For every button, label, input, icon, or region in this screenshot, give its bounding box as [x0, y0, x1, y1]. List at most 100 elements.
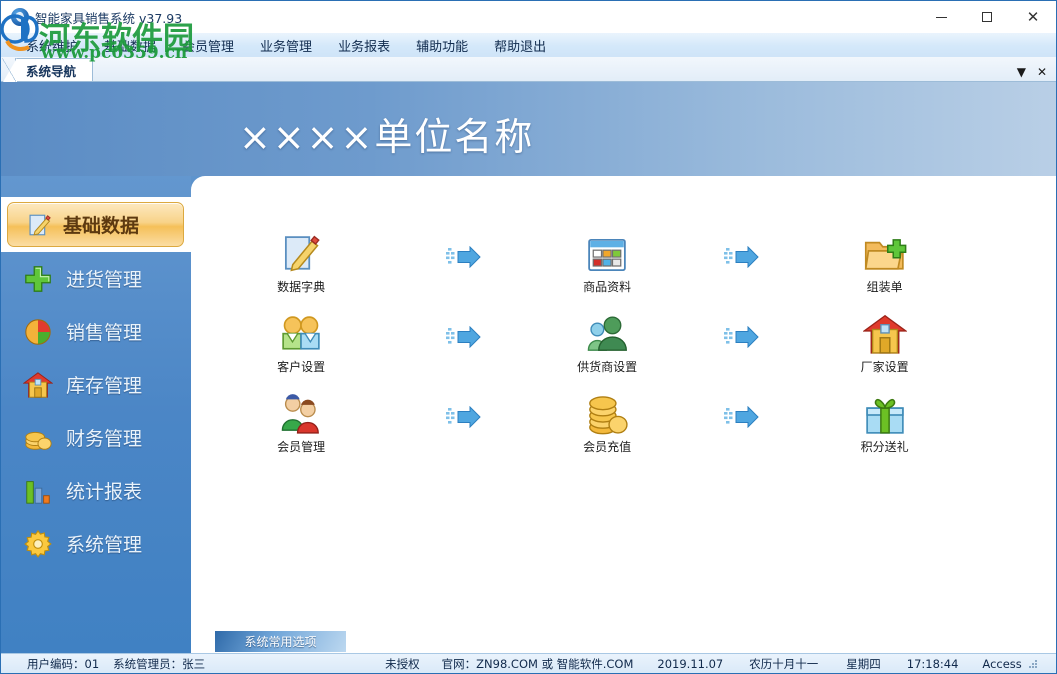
sidebar-item-basic-data[interactable]: 基础数据: [7, 202, 184, 247]
gear-icon: [24, 529, 52, 558]
folder-plus-icon: [864, 239, 907, 270]
icon-label: 会员充值: [583, 440, 632, 454]
sidebar-item-label: 基础数据: [63, 215, 140, 237]
icon-label: 组装单: [866, 280, 903, 294]
status-time: 17:18:44: [906, 657, 959, 671]
sidebar-item-label: 销售管理: [66, 322, 143, 344]
tab-system-navigation[interactable]: 系统导航: [1, 58, 94, 82]
sidebar-item-label: 系统管理: [66, 534, 143, 556]
menu-item-business-management[interactable]: 业务管理: [247, 34, 325, 57]
pencil-note-icon: [285, 235, 320, 272]
menu-item-business-reports[interactable]: 业务报表: [325, 34, 403, 57]
window-title: 智能家具销售系统 v37.93: [35, 10, 183, 26]
icon-row-1: 数据字典 商品资料 组装单: [191, 224, 1056, 304]
sidebar-item-statistics-reports[interactable]: 统计报表: [1, 464, 191, 517]
sidebar-item-label: 统计报表: [66, 481, 143, 503]
status-website: 官网：ZN98.COM 或 智能软件.COM: [441, 657, 634, 671]
icon-label: 数据字典: [277, 280, 326, 294]
sidebar-item-purchase-management[interactable]: 进货管理: [1, 252, 191, 305]
icon-assembly-order[interactable]: 组装单: [803, 233, 966, 295]
application-window: 智能家具销售系统 v37.93 ✕ 系统维护 基础数据 会员管理 业务管理 业务…: [0, 0, 1057, 674]
icon-label: 厂家设置: [860, 360, 909, 374]
house-icon: [23, 371, 53, 398]
title-bar: 智能家具销售系统 v37.93 ✕: [1, 1, 1056, 33]
arrow-3: [411, 326, 525, 362]
window-grid-icon: [588, 238, 626, 272]
maximize-icon: [982, 12, 992, 22]
sidebar-item-label: 库存管理: [66, 375, 143, 397]
gift-box-icon: [865, 398, 904, 434]
minimize-icon: [935, 16, 947, 18]
app-logo-icon: [11, 8, 29, 26]
tab-close-icon[interactable]: ✕: [1037, 66, 1047, 78]
minimize-button[interactable]: [918, 1, 964, 33]
icon-label: 积分送礼: [860, 440, 909, 454]
close-button[interactable]: ✕: [1010, 1, 1056, 33]
chevron-down-icon[interactable]: ▼: [1017, 66, 1026, 78]
blue-arrow-icon: [723, 406, 759, 428]
body-area: ××××单位名称 提醒器 字 A 单位名称: [1, 82, 1056, 673]
pencil-note-icon: [29, 214, 51, 235]
green-plus-icon: [25, 265, 51, 292]
icon-label: 商品资料: [583, 280, 632, 294]
status-db-engine: Access: [982, 657, 1022, 671]
content-panel: 数据字典 商品资料 组装单 客户设置 供货商设置 厂家设置 会员管理 会员充值 …: [191, 176, 1056, 653]
blue-arrow-icon: [723, 246, 759, 268]
sidebar-item-label: 进货管理: [66, 269, 143, 291]
icon-label: 会员管理: [277, 440, 326, 454]
arrow-1: [411, 246, 525, 282]
sidebar: 基础数据 进货管理 销售管理 库存管理 财务管理 统计报表 系统管理: [1, 176, 191, 653]
two-persons-icon: [282, 316, 320, 350]
status-date: 2019.11.07: [657, 657, 724, 671]
status-weekday: 星期四: [846, 657, 881, 671]
arrow-4: [689, 326, 803, 362]
blue-arrow-icon: [723, 326, 759, 348]
menu-item-member-management[interactable]: 会员管理: [169, 34, 247, 57]
sidebar-selected-wrapper: 基础数据: [1, 197, 191, 252]
sidebar-item-system-management[interactable]: 系统管理: [1, 517, 191, 570]
menu-item-help-exit[interactable]: 帮助退出: [481, 34, 559, 57]
coins-icon: [589, 396, 628, 435]
icon-customer-settings[interactable]: 客户设置: [191, 313, 411, 375]
status-user-code: 用户编码：01: [27, 657, 100, 671]
blue-arrow-icon: [446, 326, 482, 348]
icon-product-info[interactable]: 商品资料: [526, 233, 689, 295]
blue-arrow-icon: [446, 406, 482, 428]
resize-grip-icon[interactable]: [1028, 659, 1038, 669]
icon-member-management[interactable]: 会员管理: [191, 393, 411, 455]
icon-member-recharge[interactable]: 会员充值: [526, 393, 689, 455]
status-bar: 用户编码：01 系统管理员：张三 未授权 官网：ZN98.COM 或 智能软件.…: [1, 653, 1056, 673]
menu-item-basic-data[interactable]: 基础数据: [91, 34, 169, 57]
icon-supplier-settings[interactable]: 供货商设置: [526, 313, 689, 375]
menu-bar: 系统维护 基础数据 会员管理 业务管理 业务报表 辅助功能 帮助退出: [1, 33, 1056, 57]
maximize-button[interactable]: [964, 1, 1010, 33]
bar-chart-icon: [26, 480, 50, 504]
options-tab[interactable]: 系统常用选项: [215, 631, 346, 652]
icon-row-2: 客户设置 供货商设置 厂家设置: [191, 304, 1056, 384]
arrow-6: [689, 406, 803, 442]
icon-label: 供货商设置: [577, 360, 638, 374]
icon-manufacturer-settings[interactable]: 厂家设置: [803, 313, 966, 375]
sidebar-item-finance-management[interactable]: 财务管理: [1, 411, 191, 464]
tab-label: 系统导航: [26, 63, 77, 79]
menu-item-system-maintenance[interactable]: 系统维护: [13, 34, 91, 57]
sidebar-item-sales-management[interactable]: 销售管理: [1, 305, 191, 358]
status-license: 未授权: [385, 657, 420, 671]
sidebar-item-label: 财务管理: [66, 428, 143, 450]
members-icon: [281, 394, 320, 434]
close-icon: ✕: [1026, 7, 1040, 26]
icon-points-gift[interactable]: 积分送礼: [803, 393, 966, 455]
arrow-2: [689, 246, 803, 282]
icon-row-3: 会员管理 会员充值 积分送礼: [191, 384, 1056, 464]
arrow-5: [411, 406, 525, 442]
banner: ××××单位名称: [1, 82, 1056, 176]
page-title: ××××单位名称: [239, 115, 535, 159]
sidebar-item-inventory-management[interactable]: 库存管理: [1, 358, 191, 411]
menu-item-auxiliary-functions[interactable]: 辅助功能: [403, 34, 481, 57]
icon-data-dictionary[interactable]: 数据字典: [191, 233, 411, 295]
coins-icon: [25, 431, 52, 450]
blue-arrow-icon: [446, 246, 482, 268]
status-lunar-date: 农历十月十一: [749, 657, 819, 671]
tab-strip: 系统导航 ▼ ✕: [1, 57, 1056, 82]
tab-controls: ▼ ✕: [1017, 66, 1056, 81]
